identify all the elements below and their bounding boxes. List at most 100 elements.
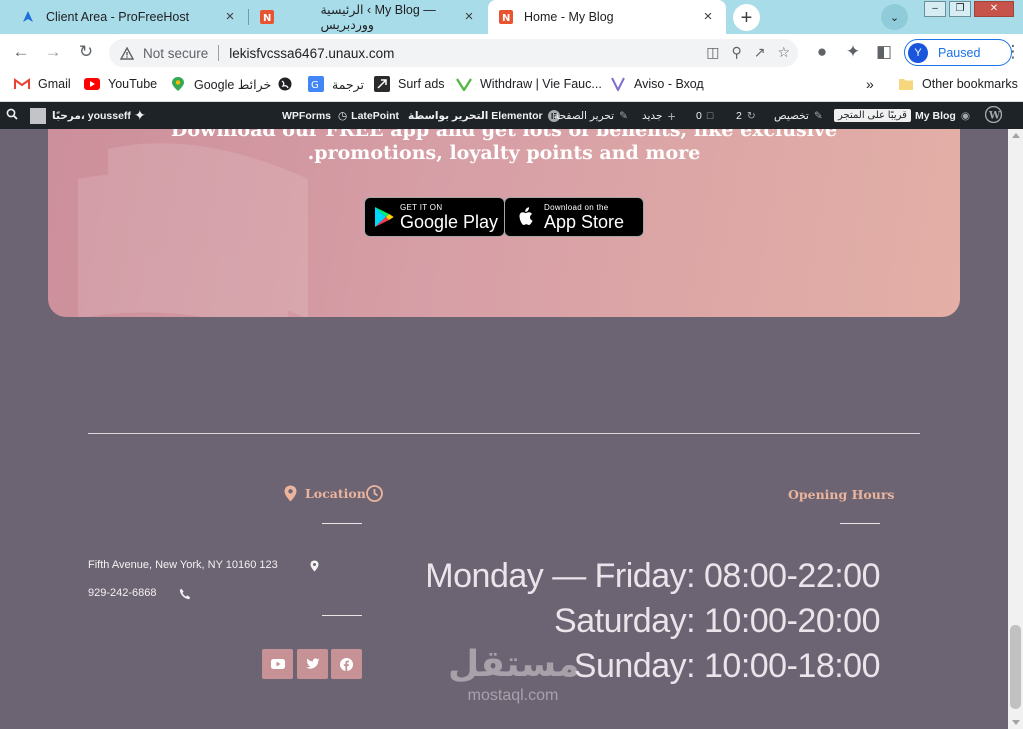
- opening-hours-heading-text: Opening Hours: [788, 487, 895, 502]
- bookmark-vie-faucet[interactable]: Withdraw | Vie Fauc...: [456, 70, 602, 98]
- admin-site-name[interactable]: My Blog ◉: [915, 102, 970, 129]
- minimize-button[interactable]: –: [924, 1, 946, 17]
- admin-edit-page[interactable]: تحرير الصفحة ✎: [554, 102, 628, 129]
- opening-hours-heading: Opening Hours: [788, 487, 894, 502]
- avatar: Y: [908, 42, 928, 63]
- extensions-puzzle-icon[interactable]: ✦: [841, 40, 865, 64]
- tab-home[interactable]: N Home - My Blog ×: [488, 0, 726, 34]
- close-tab-icon[interactable]: ×: [222, 9, 238, 25]
- bookmark-aviso[interactable]: Aviso - Вход: [610, 70, 704, 98]
- extension-planet-icon[interactable]: ●: [810, 40, 834, 64]
- svg-text:W: W: [988, 110, 1001, 121]
- bookmark-surf-ads[interactable]: Surf ads: [374, 70, 445, 98]
- admin-search-button[interactable]: [6, 102, 18, 129]
- bookmark-label: Withdraw | Vie Fauc...: [480, 77, 602, 91]
- folder-icon: [898, 76, 914, 92]
- phone-text[interactable]: 929-242-6868: [88, 587, 157, 599]
- window-close-button[interactable]: ✕: [974, 1, 1014, 17]
- restore-button[interactable]: ❐: [949, 1, 971, 17]
- location-underline: [322, 523, 362, 524]
- bookmark-globe[interactable]: [277, 70, 301, 98]
- map-pin-icon: [284, 485, 297, 502]
- tab-wp-admin[interactable]: N الرئيسية ‹ My Blog — ووردبريس ×: [249, 0, 487, 34]
- twitter-social-button[interactable]: [297, 649, 328, 679]
- maps-icon: [170, 76, 186, 92]
- watermark-domain: mostaql.com: [467, 687, 559, 704]
- url-text[interactable]: lekisfvcssa6467.unaux.com: [229, 46, 394, 61]
- tab-search-button[interactable]: ⌄: [881, 4, 908, 30]
- google-play-button[interactable]: GET IT ON Google Play: [364, 197, 505, 237]
- back-button[interactable]: ←: [9, 40, 33, 64]
- reload-button[interactable]: ↻: [74, 40, 98, 64]
- admin-elementor-edit[interactable]: التحرير بواسطة Elementor: [408, 102, 560, 129]
- gmail-icon: [14, 76, 30, 92]
- account-menu[interactable]: مرحبًا، yousseff: [30, 102, 131, 129]
- app-store-big: App Store: [544, 211, 625, 232]
- side-panel-icon[interactable]: ◧: [872, 40, 896, 64]
- star-icon[interactable]: ☆: [777, 44, 790, 61]
- admin-wpforms[interactable]: WPForms: [282, 102, 331, 129]
- app-store-small: Download on the: [544, 202, 609, 212]
- admin-latepoint[interactable]: ◷ LatePoint: [338, 102, 399, 129]
- app-promo-banner: Download our FREE app and get lots of be…: [48, 129, 960, 317]
- menu-kebab-icon[interactable]: ⋮: [1005, 40, 1022, 64]
- app-store-button[interactable]: Download on the App Store: [504, 197, 644, 237]
- forward-button[interactable]: →: [41, 40, 65, 64]
- wp-admin-bar: مرحبًا، yousseff ✦ WPForms ◷ LatePoint ا…: [0, 102, 1023, 129]
- scroll-up-arrow-icon[interactable]: [1012, 133, 1020, 138]
- surf-icon: [374, 76, 390, 92]
- tab-client-area[interactable]: Client Area - ProFreeHost ×: [8, 0, 248, 34]
- translate-icon[interactable]: ◫: [706, 44, 719, 61]
- mostaql-watermark: مستقل mostaql.com: [448, 643, 580, 723]
- translate-icon: G: [308, 76, 324, 92]
- footer-divider: [88, 433, 920, 434]
- greeting-text: مرحبًا، yousseff: [52, 109, 131, 122]
- tab-strip: Client Area - ProFreeHost × N الرئيسية ‹…: [0, 0, 1023, 34]
- address-bar[interactable]: Not secure lekisfvcssa6467.unaux.com ◫ ⚲…: [109, 39, 798, 67]
- page-scrollbar[interactable]: [1008, 129, 1023, 729]
- close-tab-icon[interactable]: ×: [461, 9, 477, 25]
- facebook-icon: [340, 657, 353, 671]
- security-label: Not secure: [143, 45, 209, 61]
- phone-icon: [178, 587, 192, 601]
- profile-button[interactable]: Y Paused: [904, 39, 1012, 66]
- close-tab-icon[interactable]: ×: [700, 9, 716, 25]
- other-bookmarks-folder[interactable]: Other bookmarks: [898, 70, 1018, 98]
- share-icon[interactable]: ↗: [754, 44, 766, 61]
- bookmark-label: Surf ads: [398, 77, 445, 91]
- bookmark-translate[interactable]: G ترجمة: [308, 70, 364, 98]
- scrollbar-thumb[interactable]: [1010, 625, 1021, 709]
- wordpress-logo-button[interactable]: W: [984, 102, 1003, 129]
- bookmarks-overflow-button[interactable]: »: [866, 70, 874, 98]
- hours-weekday: Monday — Friday: 08:00-22:00: [425, 557, 880, 595]
- bookmark-youtube[interactable]: YouTube: [84, 70, 157, 98]
- admin-customize[interactable]: تخصيص ✎: [774, 102, 823, 129]
- store-badge: قريبًا على المتجر: [834, 109, 911, 122]
- sparkle-icon: ✦: [134, 107, 146, 123]
- location-pin-icon: [307, 559, 321, 573]
- aviso-icon: [610, 76, 626, 92]
- avatar: [30, 107, 46, 124]
- bookmark-maps[interactable]: Google خرائط: [170, 70, 271, 98]
- facebook-social-button[interactable]: [331, 649, 362, 679]
- zoom-icon[interactable]: ⚲: [731, 44, 741, 61]
- admin-new[interactable]: جديد +: [642, 102, 676, 129]
- youtube-social-button[interactable]: [262, 649, 293, 679]
- chevron-down-icon: ⌄: [889, 11, 900, 24]
- google-play-icon: [374, 206, 394, 228]
- apple-icon: [516, 206, 536, 228]
- admin-store-badge[interactable]: قريبًا على المتجر: [834, 102, 911, 129]
- new-tab-button[interactable]: +: [733, 4, 760, 31]
- overflow-label: »: [866, 76, 874, 92]
- admin-updates[interactable]: 2 ↻: [736, 102, 756, 129]
- bookmark-gmail[interactable]: Gmail: [14, 70, 71, 98]
- admin-comments[interactable]: 0 □: [696, 102, 713, 129]
- scroll-down-arrow-icon[interactable]: [1012, 720, 1020, 725]
- pencil-icon: ✎: [619, 109, 628, 122]
- warning-icon[interactable]: [119, 45, 135, 61]
- wordpress-icon: W: [984, 105, 1003, 126]
- ai-sparkle-button[interactable]: ✦: [134, 102, 146, 129]
- bookmarks-bar: Gmail YouTube Google خرائط G ترجمة Surf …: [0, 70, 1023, 102]
- bookmark-label: YouTube: [108, 77, 158, 91]
- globe-icon: [277, 76, 293, 92]
